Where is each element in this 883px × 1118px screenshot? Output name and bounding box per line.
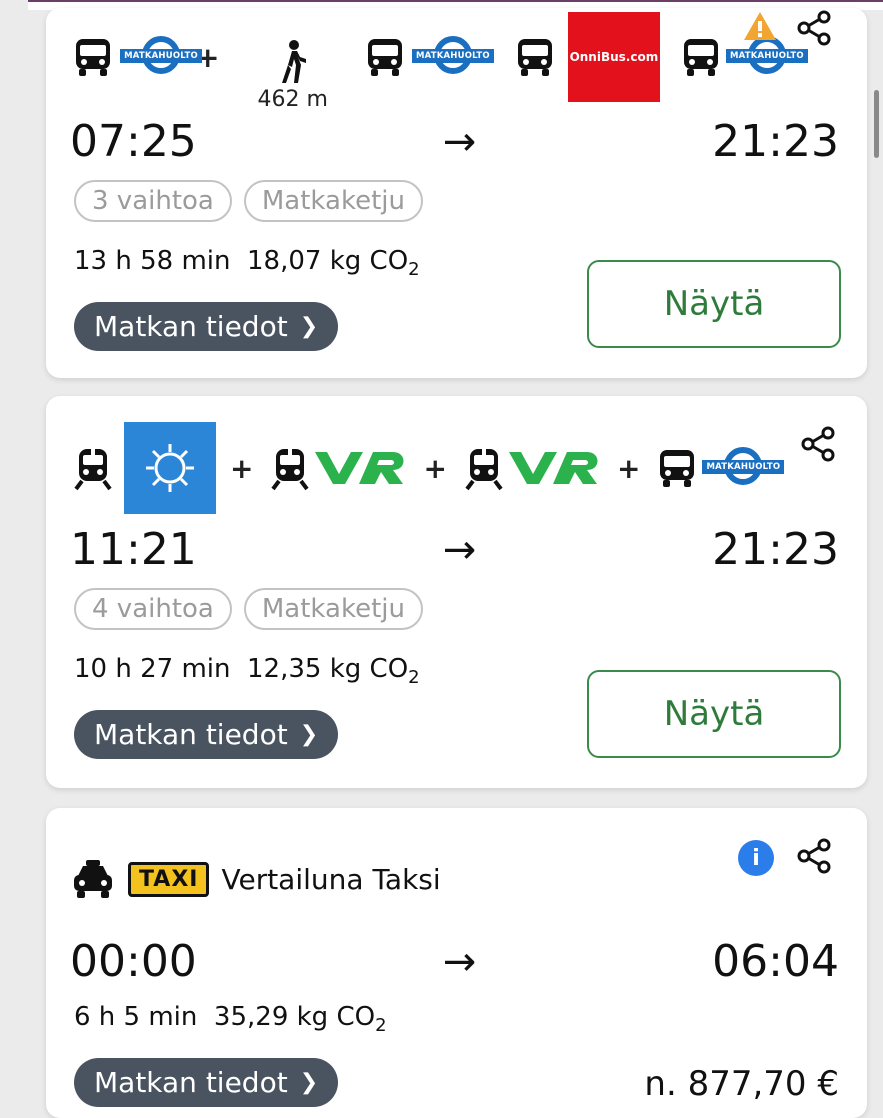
journey-legs-row: + + + MATKAHUOLTO	[70, 422, 785, 514]
chips-row: 3 vaihtoa Matkaketju	[74, 180, 423, 222]
weather-logo	[124, 422, 216, 514]
matkahuolto-logo: MATKAHUOLTO	[702, 447, 785, 489]
taxi-comparison-card[interactable]: TAXI Vertailuna Taksi i 00:00 → 06:04 6 …	[46, 808, 867, 1118]
time-row: 11:21 → 21:23	[70, 524, 839, 575]
matkahuolto-logo: MATKAHUOLTO	[411, 36, 494, 78]
train-icon	[74, 449, 112, 491]
chips-row: 4 vaihtoa Matkaketju	[74, 588, 423, 630]
time-row: 00:00 → 06:04	[70, 936, 839, 987]
transfers-chip: 4 vaihtoa	[74, 588, 232, 630]
taxi-header-row: TAXI Vertailuna Taksi	[70, 856, 441, 902]
bus-icon	[367, 39, 402, 76]
arrow-icon: →	[442, 938, 477, 985]
details-button-label: Matkan tiedot	[94, 1066, 288, 1099]
arrival-time: 21:23	[712, 524, 839, 575]
departure-time: 11:21	[70, 524, 197, 575]
arrival-time: 21:23	[712, 116, 839, 167]
transfers-chip: 3 vaihtoa	[74, 180, 232, 222]
plus-separator: +	[616, 451, 641, 485]
walk-leg: 462 m	[257, 39, 328, 112]
departure-time: 00:00	[70, 936, 197, 987]
duration: 6 h 5 min	[74, 1002, 198, 1032]
plus-separator: +	[423, 451, 447, 485]
duration: 10 h 27 min	[74, 654, 231, 684]
journey-meta: 13 h 58 min 18,07 kg CO2	[74, 246, 420, 280]
taxi-price: n. 877,70 €	[644, 1064, 839, 1104]
taxi-comparison-label: Vertailuna Taksi	[221, 862, 441, 896]
details-button[interactable]: Matkan tiedot ❯	[74, 710, 339, 759]
share-icon[interactable]	[798, 426, 838, 462]
departure-time: 07:25	[70, 116, 197, 167]
plus-separator: +	[230, 451, 254, 485]
matkahuolto-logo: MATKAHUOLTO	[120, 36, 202, 78]
arrow-icon: →	[442, 526, 477, 573]
details-button-label: Matkan tiedot	[94, 310, 288, 343]
journey-type-chip: Matkaketju	[243, 180, 423, 222]
details-button[interactable]: Matkan tiedot ❯	[74, 302, 339, 351]
vr-logo	[508, 452, 598, 484]
walk-icon	[281, 39, 306, 83]
chevron-down-icon: ❯	[299, 314, 319, 339]
train-icon	[465, 449, 503, 491]
show-button[interactable]: Näytä	[587, 670, 841, 758]
show-button[interactable]: Näytä	[587, 260, 841, 348]
train-icon	[271, 449, 310, 491]
journey-meta: 6 h 5 min 35,29 kg CO2	[74, 1002, 387, 1036]
arrow-icon: →	[442, 118, 477, 165]
details-button-label: Matkan tiedot	[94, 718, 288, 751]
bus-icon	[517, 39, 552, 76]
journey-legs-row: MATKAHUOLTO + 462 m MATKAHUOLTO OnniBus.…	[70, 12, 808, 112]
info-icon[interactable]: i	[738, 840, 774, 876]
share-icon[interactable]	[794, 838, 834, 874]
walk-distance: 462 m	[257, 86, 328, 112]
onnibus-logo: OnniBus.com	[567, 12, 660, 102]
vr-logo	[315, 452, 404, 484]
arrival-time: 06:04	[712, 936, 839, 987]
journey-meta: 10 h 27 min 12,35 kg CO2	[74, 654, 420, 688]
taxi-car-icon	[74, 860, 112, 898]
journey-card-2[interactable]: + + + MATKAHUOLTO 11:21 → 21:23 4 vaihto…	[46, 396, 867, 788]
taxi-badge: TAXI	[128, 861, 210, 897]
journey-type-chip: Matkaketju	[243, 588, 423, 630]
share-icon[interactable]	[794, 10, 834, 46]
bus-icon	[660, 450, 695, 487]
details-button[interactable]: Matkan tiedot ❯	[74, 1058, 339, 1107]
co2-emissions: 18,07 kg CO2	[247, 246, 420, 281]
scrollbar[interactable]	[874, 90, 879, 158]
chevron-down-icon: ❯	[299, 722, 319, 747]
duration: 13 h 58 min	[74, 246, 231, 276]
chevron-down-icon: ❯	[299, 1070, 319, 1095]
bus-icon	[76, 39, 110, 76]
time-row: 07:25 → 21:23	[70, 116, 839, 167]
bus-icon	[683, 39, 718, 76]
co2-emissions: 12,35 kg CO2	[247, 654, 420, 689]
journey-card-1[interactable]: MATKAHUOLTO + 462 m MATKAHUOLTO OnniBus.…	[46, 8, 867, 378]
warning-icon	[744, 12, 776, 40]
co2-emissions: 35,29 kg CO2	[213, 1002, 387, 1037]
